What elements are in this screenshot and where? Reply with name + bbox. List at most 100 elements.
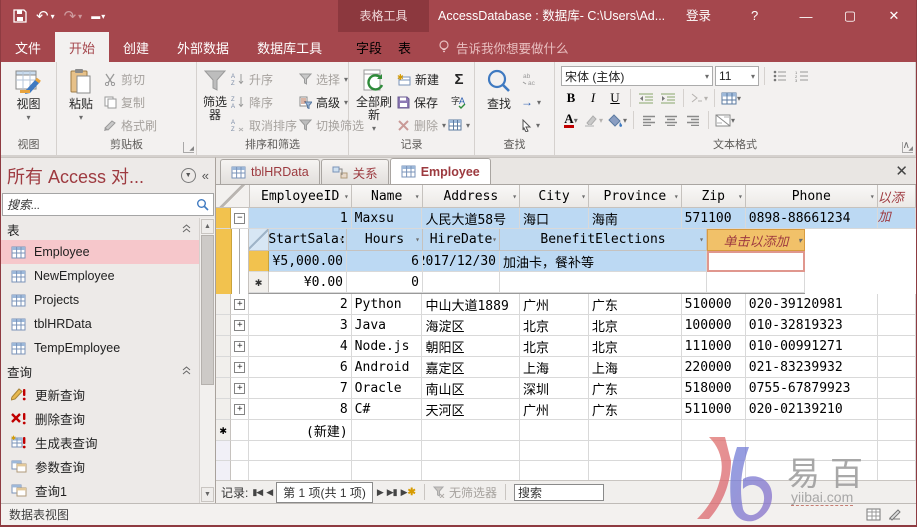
numbering-icon[interactable]: 123 — [792, 66, 812, 86]
cell[interactable]: 8 — [249, 399, 351, 420]
chevron-down-icon[interactable]: ▾ — [870, 192, 875, 201]
first-record-button[interactable]: ▮◀ — [252, 487, 262, 498]
cell[interactable]: Oracle — [352, 378, 423, 399]
align-left-icon[interactable] — [639, 110, 659, 130]
sub-column-header-Hours[interactable]: Hours▾ — [347, 229, 423, 251]
collapse-subdatasheet-icon[interactable]: − — [234, 213, 245, 224]
row-selector[interactable] — [216, 357, 231, 378]
ribbon-tab-0[interactable]: 文件 — [1, 32, 55, 62]
sub-column-header-HireDate[interactable]: HireDate▾ — [423, 229, 500, 251]
design-view-button[interactable] — [887, 508, 902, 521]
scroll-down-icon[interactable]: ▼ — [201, 487, 214, 502]
column-header-Zip[interactable]: Zip▾ — [682, 185, 746, 208]
cell[interactable]: 人民大道58号 — [422, 208, 519, 229]
background-color-button[interactable]: ▾ — [606, 110, 628, 130]
row-selector[interactable] — [216, 336, 231, 357]
expand-subdatasheet-icon[interactable]: + — [234, 404, 245, 415]
increase-indent-icon[interactable] — [658, 88, 678, 108]
customize-qat-button[interactable]: ▬▾ — [91, 11, 105, 21]
redo-button[interactable]: ↷▾ — [64, 7, 83, 25]
paste-button[interactable]: 粘贴 ▾ — [61, 65, 101, 122]
close-button[interactable]: ✕ — [872, 0, 916, 32]
nav-item-更新查询[interactable]: 更新查询 — [1, 382, 199, 406]
cell[interactable]: 嘉定区 — [422, 357, 519, 378]
sub-click-to-add-header[interactable]: 单击以添加▾ — [707, 229, 805, 251]
nav-section-header-0[interactable]: 表 — [1, 218, 199, 240]
goto-button[interactable]: →▾ — [521, 92, 541, 112]
cell[interactable]: 220000 — [682, 357, 746, 378]
expand-subdatasheet-icon[interactable]: + — [234, 362, 245, 373]
bullets-icon[interactable] — [770, 66, 790, 86]
row-selector[interactable] — [249, 251, 269, 272]
save-icon[interactable] — [13, 9, 27, 23]
chevron-down-icon[interactable]: ▾ — [798, 236, 802, 245]
column-header-Name[interactable]: Name▾ — [352, 185, 423, 208]
format-painter-button[interactable]: 格式刷 — [103, 115, 157, 135]
last-record-button[interactable]: ▶▮ — [387, 487, 397, 498]
row-selector[interactable] — [216, 399, 231, 420]
cell[interactable] — [746, 420, 878, 441]
cell[interactable]: 广东 — [589, 378, 682, 399]
chevron-down-icon[interactable]: ▾ — [699, 235, 704, 244]
cell[interactable]: 上海 — [520, 357, 589, 378]
record-search-input[interactable]: 搜索 — [514, 484, 604, 501]
new-record-button[interactable]: ✱ 新建 — [397, 69, 446, 89]
nav-item-删除查询[interactable]: 删除查询 — [1, 406, 199, 430]
chevron-down-icon[interactable]: ▾ — [512, 192, 517, 201]
decrease-indent-icon[interactable] — [636, 88, 656, 108]
cell[interactable] — [423, 272, 500, 293]
help-button[interactable]: ? — [751, 0, 758, 32]
cell[interactable]: 518000 — [682, 378, 746, 399]
cell[interactable]: 511000 — [682, 399, 746, 420]
align-right-icon[interactable] — [683, 110, 703, 130]
ribbon-tab-1[interactable]: 开始 — [55, 32, 109, 62]
cell[interactable]: 7 — [249, 378, 351, 399]
nav-item-参数查询[interactable]: 参数查询 — [1, 454, 199, 478]
scroll-up-icon[interactable]: ▲ — [201, 219, 214, 234]
cell[interactable]: 0 — [347, 272, 423, 293]
row-selector[interactable] — [216, 378, 231, 399]
chevron-down-icon[interactable]: ▾ — [339, 235, 344, 244]
spelling-button[interactable]: 字A — [451, 92, 467, 112]
alternate-row-color-button[interactable]: ▾ — [714, 110, 736, 130]
select-all-corner[interactable] — [216, 185, 250, 208]
cell[interactable] — [878, 357, 916, 378]
copy-button[interactable]: 复制 — [103, 92, 157, 112]
chevron-down-icon[interactable]: ▾ — [344, 192, 349, 201]
sub-column-header-StartSala:[interactable]: StartSala:▾ — [269, 229, 347, 251]
nav-item-TempEmployee[interactable]: TempEmployee — [1, 336, 199, 360]
cell[interactable]: 0755-67879923 — [746, 378, 878, 399]
cell[interactable]: 4 — [249, 336, 351, 357]
nav-item-查询1[interactable]: 查询1 — [1, 478, 199, 502]
more-records-button[interactable]: ▾ — [448, 115, 470, 135]
font-color-button[interactable]: A▾ — [561, 110, 581, 130]
sort-ascending-button[interactable]: AZ 升序 — [231, 69, 297, 89]
search-icon[interactable] — [196, 198, 209, 211]
filter-state-label[interactable]: 无筛选器 — [449, 484, 497, 501]
cell[interactable]: 加油卡，餐补等 — [500, 251, 707, 272]
cell[interactable]: Python — [352, 294, 423, 315]
cell[interactable]: 6 — [249, 357, 351, 378]
new-row-selector[interactable]: ✱ — [216, 420, 231, 441]
cell[interactable]: 6 — [347, 251, 423, 272]
cell[interactable]: 上海 — [589, 357, 682, 378]
cell[interactable]: 南山区 — [422, 378, 519, 399]
chevron-down-icon[interactable]: ▾ — [738, 192, 743, 201]
sort-descending-button[interactable]: ZA 降序 — [231, 92, 297, 112]
doc-tab-关系[interactable]: 关系 — [321, 159, 389, 184]
active-cell[interactable] — [707, 251, 805, 272]
cell[interactable]: 0898-88661234 — [746, 208, 878, 229]
cell[interactable]: 北京 — [520, 315, 589, 336]
sign-in-button[interactable]: 登录 — [686, 0, 711, 32]
cell[interactable]: ¥0.00 — [269, 272, 347, 293]
cell[interactable] — [878, 294, 916, 315]
cell[interactable]: 天河区 — [422, 399, 519, 420]
chevron-down-icon[interactable]: ▾ — [581, 192, 586, 201]
row-selector[interactable] — [216, 208, 231, 229]
column-header-Address[interactable]: Address▾ — [423, 185, 521, 208]
align-center-icon[interactable] — [661, 110, 681, 130]
nav-item-NewEmployee[interactable]: NewEmployee — [1, 264, 199, 288]
doc-tab-Employee[interactable]: Employee — [390, 158, 491, 184]
ribbon-tab-4[interactable]: 数据库工具 — [243, 32, 336, 62]
column-header-EmployeeID[interactable]: EmployeeID▾ — [250, 185, 352, 208]
